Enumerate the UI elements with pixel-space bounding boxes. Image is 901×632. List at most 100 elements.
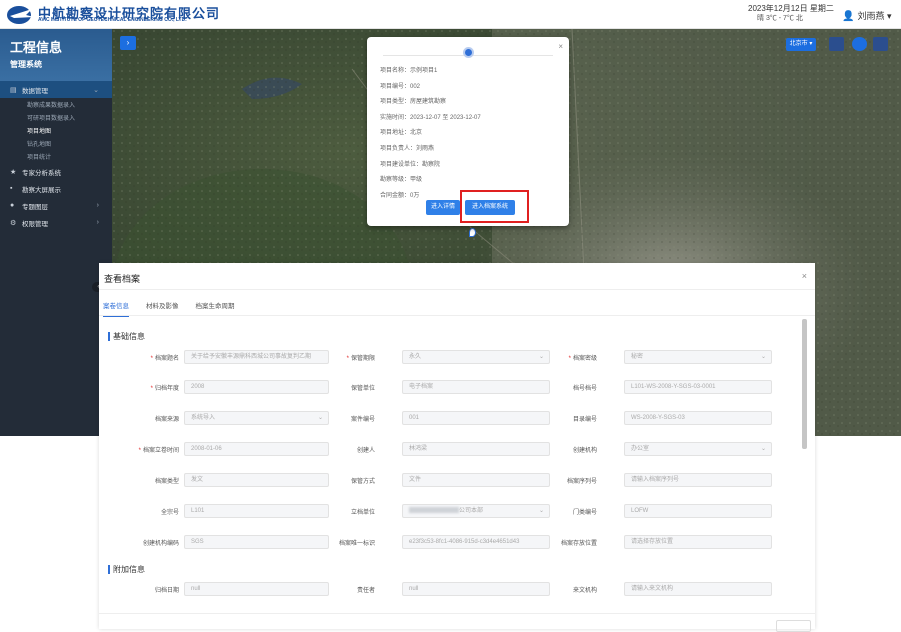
location-icon: ● — [10, 202, 15, 209]
field-value: 系统导入 — [191, 415, 216, 421]
field-label-text: 档案存放位置 — [560, 541, 597, 547]
field-label-text: 归档日期 — [154, 588, 179, 594]
sidebar-item-borehole-map[interactable]: 钻孔地图 — [0, 137, 112, 150]
popup-detail-row: 项目类型：房屋建筑勘察 — [380, 99, 447, 106]
highlight-box — [460, 190, 529, 223]
star-icon: ★ — [10, 168, 17, 176]
field-value: 请输入档案序列号 — [631, 477, 680, 483]
required-mark: * — [346, 356, 349, 362]
system-subtitle: 管理系统 — [10, 60, 42, 69]
fullscreen-tool-icon[interactable] — [873, 37, 888, 51]
globe-tool-icon[interactable] — [852, 37, 867, 51]
scrollbar[interactable] — [802, 319, 807, 449]
field-value: LOFW — [631, 508, 649, 514]
field-label-text: 全宗号 — [160, 510, 179, 516]
popup-detail-row: 项目地址：北京 — [380, 130, 423, 137]
input-field[interactable]: 请输入档案序列号 — [624, 473, 772, 487]
close-icon[interactable]: × — [558, 42, 563, 51]
field-label-text: 创建机构 — [572, 448, 597, 454]
select-field[interactable]: 秘密 ⌄ — [624, 350, 772, 364]
field-label-text: 责任者 — [356, 588, 375, 594]
city-selector[interactable]: 北京市 ▾ — [786, 38, 816, 51]
field-label: 保管单位 — [295, 383, 375, 392]
sidebar-item-expert-analysis[interactable]: ★ 专家分析系统 — [0, 163, 112, 180]
field-value: 秘密 — [631, 354, 644, 360]
project-marker-icon[interactable] — [469, 228, 476, 237]
field-label-text: 档号档号 — [572, 386, 597, 392]
sidebar-item-big-screen[interactable]: ▪ 勘察大屏展示 — [0, 180, 112, 197]
sidebar-item-data-management[interactable]: ▤ 数据管理 ⌄ — [0, 81, 112, 98]
location-pin-icon — [463, 47, 474, 58]
field-value: 发文 — [191, 477, 204, 483]
weather-info: 晴 3℃ - 7℃ 北 — [757, 15, 803, 22]
field-label: 案件编号 — [295, 414, 375, 423]
map-expand-button[interactable]: › — [120, 36, 136, 50]
field-label-text: 保管方式 — [350, 479, 375, 485]
field-label: * 档案立卷时间 — [99, 445, 179, 454]
field-label-text: 目录编号 — [572, 417, 597, 423]
field-value: 办公室 — [631, 446, 650, 452]
sidebar-item-project-stats[interactable]: 项目统计 — [0, 150, 112, 163]
user-icon: 👤 — [842, 11, 855, 22]
section-extra-info: 附加信息 — [108, 565, 145, 574]
sidebar: 工程信息 管理系统 ▤ 数据管理 ⌄ 勘察成果数据录入 可研项目数据录入 项目地图 … — [0, 29, 112, 436]
field-label: 档案序列号 — [517, 476, 597, 485]
input-field[interactable]: WS-2008-Y-SGS-03 — [624, 411, 772, 425]
field-label: 责任者 — [295, 585, 375, 594]
field-label: * 保管期限 — [295, 353, 375, 362]
sidebar-item-feasibility-entry[interactable]: 可研项目数据录入 — [0, 111, 112, 124]
section-basic-info: 基础信息 — [108, 332, 145, 341]
field-value: null — [409, 586, 419, 592]
sidebar-header: 工程信息 管理系统 — [0, 29, 112, 81]
required-mark: * — [568, 356, 571, 362]
field-value: 001 — [409, 415, 420, 421]
input-field[interactable]: L101-WS-2008-Y-SGS-03-0001 — [624, 380, 772, 394]
gear-icon: ⚙ — [10, 219, 17, 227]
field-value: WS-2008-Y-SGS-03 — [631, 415, 685, 421]
sidebar-menu: ▤ 数据管理 ⌄ 勘察成果数据录入 可研项目数据录入 项目地图 钻孔地图 项目统计 … — [0, 81, 112, 231]
field-value: 文件 — [409, 477, 422, 483]
field-label: 门类编号 — [517, 507, 597, 516]
field-label-text: 立档单位 — [350, 510, 375, 516]
popup-detail-row: 勘察等级：甲级 — [380, 177, 423, 184]
field-label-text: 档案密级 — [572, 356, 597, 362]
field-value: null — [191, 586, 201, 592]
chevron-down-icon: ▾ — [886, 11, 892, 21]
popup-details: 项目名称：示例项目1 项目编号：002 项目类型：房屋建筑勘察 实施时间：2023-1… — [380, 65, 481, 205]
close-icon[interactable]: × — [802, 271, 807, 281]
field-label-text: 创建机构编码 — [142, 541, 179, 547]
field-label: 来文机构 — [517, 585, 597, 594]
popup-detail-row: 项目名称：示例项目1 — [380, 68, 438, 74]
current-date: 2023年12月12日 星期二 — [748, 4, 834, 13]
enter-detail-button[interactable]: 进入详情 — [426, 200, 460, 215]
field-label: 创建机构 — [517, 445, 597, 454]
input-field[interactable]: LOFW — [624, 504, 772, 518]
sidebar-item-project-map[interactable]: 项目地图 — [0, 124, 112, 137]
field-value: 林鸿梁 — [409, 446, 428, 452]
input-field[interactable]: 请输入来文机构 — [624, 582, 772, 596]
field-value: 请输入来文机构 — [631, 586, 674, 592]
sidebar-item-survey-entry[interactable]: 勘察成果数据录入 — [0, 98, 112, 111]
field-value: e23f3c53-8fc1-4086-915d-c3d4e4651d43 — [409, 539, 520, 545]
field-label-text: 档案来源 — [154, 417, 179, 423]
chevron-right-icon: › — [96, 219, 99, 226]
field-value: 请选择存放位置 — [631, 539, 674, 545]
user-menu[interactable]: 👤 刘雨燕 ▾ — [842, 9, 892, 22]
user-name: 刘雨燕 — [857, 11, 885, 21]
chevron-down-icon: ⌄ — [760, 446, 766, 452]
redacted-text — [409, 507, 459, 514]
footer-button[interactable] — [776, 620, 811, 632]
sidebar-item-thematic-layers[interactable]: ● 专题图层 › — [0, 197, 112, 214]
field-label-text: 归档年度 — [154, 386, 179, 392]
input-field[interactable]: 请选择存放位置 — [624, 535, 772, 549]
field-label: * 档案密级 — [517, 353, 597, 362]
popup-detail-row: 项目负责人：刘雨燕 — [380, 145, 435, 152]
field-value: 2008-01-06 — [191, 446, 222, 452]
sidebar-item-permissions[interactable]: ⚙ 权限管理 › — [0, 214, 112, 231]
layer-tool-icon[interactable] — [829, 37, 844, 51]
chevron-down-icon: ⌄ — [760, 354, 766, 360]
select-field[interactable]: 办公室 ⌄ — [624, 442, 772, 456]
field-label: 目录编号 — [517, 414, 597, 423]
field-label-text: 档案立卷时间 — [142, 448, 179, 454]
field-label: 创建人 — [295, 445, 375, 454]
